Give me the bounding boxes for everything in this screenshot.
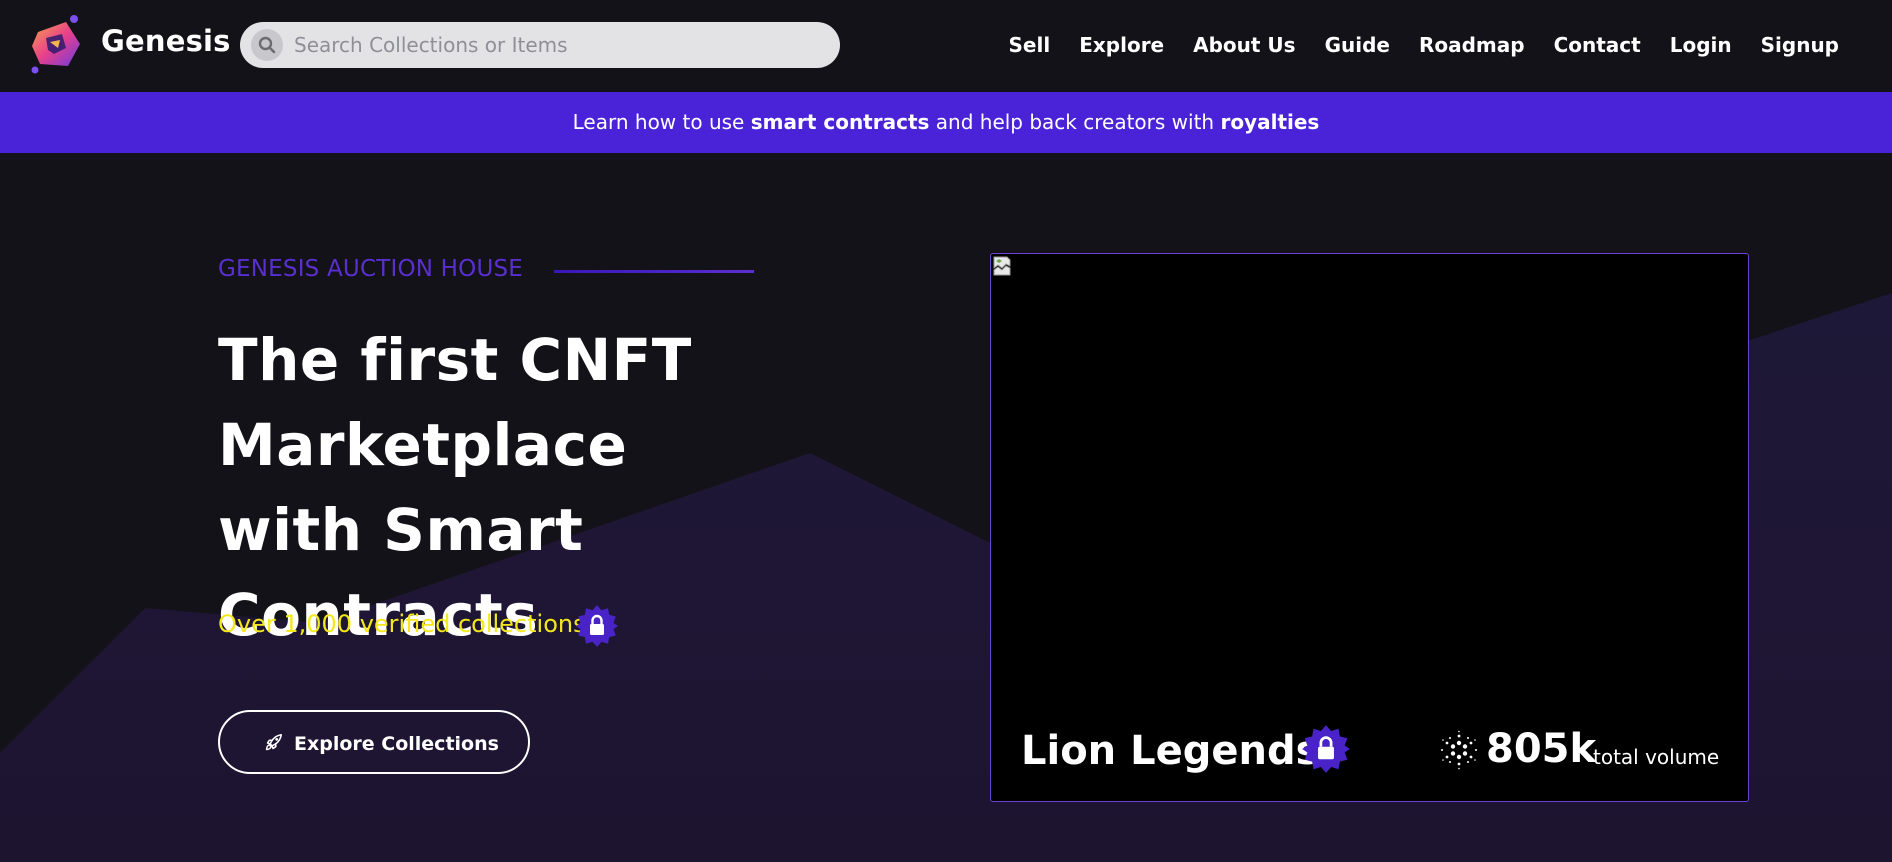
total-volume-value: 805k bbox=[1486, 726, 1597, 772]
featured-collection-card[interactable]: Lion Legends 805k total volume bbox=[990, 253, 1749, 802]
banner-text-1: Learn how to use bbox=[572, 110, 751, 134]
lock-badge-icon bbox=[1302, 725, 1350, 773]
rocket-icon bbox=[265, 733, 283, 751]
featured-collection-name: Lion Legends bbox=[1021, 728, 1320, 774]
banner-smart-contracts: smart contracts bbox=[750, 110, 930, 134]
nav-link-contact[interactable]: Contact bbox=[1554, 30, 1641, 60]
brand-name[interactable]: Genesis bbox=[101, 24, 231, 58]
search-icon[interactable] bbox=[251, 29, 283, 61]
search-bar[interactable] bbox=[240, 22, 840, 68]
hero-kicker: GENESIS AUCTION HOUSE bbox=[218, 256, 524, 282]
nav-menu: Sell Explore About Us Guide Roadmap Cont… bbox=[980, 30, 1839, 60]
nav-link-signup[interactable]: Signup bbox=[1761, 30, 1839, 60]
top-navbar: Genesis Sell Explore About Us Guide Road… bbox=[0, 0, 1892, 92]
info-banner[interactable]: Learn how to use smart contracts and hel… bbox=[0, 92, 1892, 153]
kicker-divider bbox=[554, 270, 754, 273]
explore-collections-label: Explore Collections bbox=[294, 733, 499, 755]
nav-link-sell[interactable]: Sell bbox=[1009, 30, 1051, 60]
search-input[interactable] bbox=[294, 22, 814, 68]
hero-headline: The first CNFT Marketplace with Smart Co… bbox=[218, 326, 692, 649]
cardano-icon bbox=[1441, 730, 1477, 770]
explore-collections-button[interactable]: Explore Collections bbox=[218, 710, 530, 774]
broken-image-icon bbox=[993, 256, 1011, 276]
nav-link-about-us[interactable]: About Us bbox=[1193, 30, 1295, 60]
nav-link-login[interactable]: Login bbox=[1670, 30, 1732, 60]
genesis-logo-icon[interactable] bbox=[28, 14, 84, 76]
nav-link-explore[interactable]: Explore bbox=[1079, 30, 1164, 60]
nav-link-guide[interactable]: Guide bbox=[1325, 30, 1390, 60]
verified-collections-text: Over 1,000 verified collections bbox=[218, 610, 586, 638]
lock-badge-icon bbox=[576, 605, 618, 647]
total-volume-label: total volume bbox=[1593, 745, 1720, 769]
nav-link-roadmap[interactable]: Roadmap bbox=[1419, 30, 1525, 60]
banner-text-2: and help back creators with bbox=[929, 110, 1221, 134]
banner-royalties: royalties bbox=[1220, 110, 1320, 134]
